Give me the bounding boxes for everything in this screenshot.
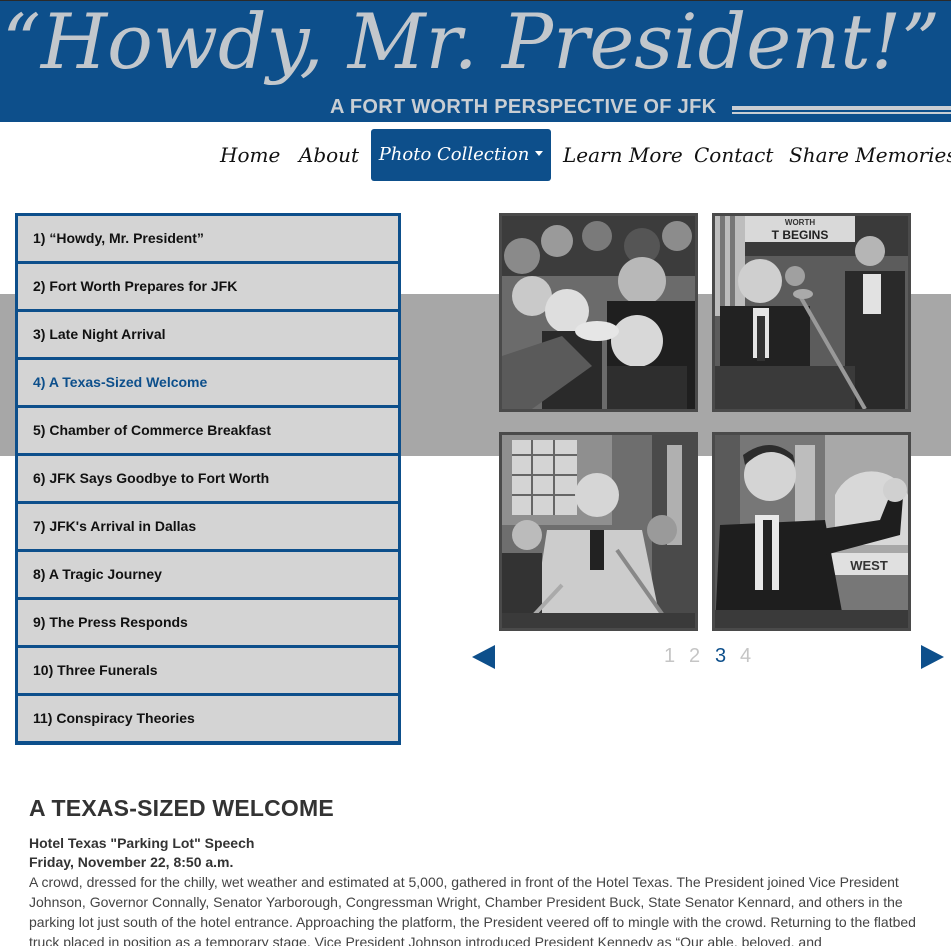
site-title: “Howdy, Mr. President!” [2, 0, 941, 86]
chapter-list: 1) “Howdy, Mr. President” 2) Fort Worth … [15, 213, 401, 745]
photo-podium-speech[interactable]: WORTH T BEGINS [712, 213, 911, 412]
site-header: “Howdy, Mr. President!” A FORT WORTH PER… [0, 0, 951, 122]
pager-page-4[interactable]: 4 [740, 645, 751, 668]
chapter-item-1[interactable]: 1) “Howdy, Mr. President” [18, 216, 398, 261]
main-nav: Home About Photo Collection Learn More C… [0, 129, 951, 181]
chapter-item-7[interactable]: 7) JFK's Arrival in Dallas [18, 504, 398, 549]
site-subtitle: A FORT WORTH PERSPECTIVE OF JFK [330, 96, 717, 118]
chapter-item-2[interactable]: 2) Fort Worth Prepares for JFK [18, 264, 398, 309]
article-subtitle-event: Hotel Texas "Parking Lot" Speech [29, 835, 255, 851]
photo-jfk-waving-image: WEST [715, 435, 908, 628]
photo-lbj-speech-image [502, 435, 695, 628]
chapter-item-11[interactable]: 11) Conspiracy Theories [18, 696, 398, 741]
article-body: A crowd, dressed for the chilly, wet wea… [29, 874, 916, 946]
photo-crowd-handshake[interactable] [499, 213, 698, 412]
photo-sign-west: WEST [850, 558, 888, 573]
prev-arrow-icon[interactable] [472, 645, 495, 669]
chevron-down-icon [535, 150, 544, 156]
chapter-item-9[interactable]: 9) The Press Responds [18, 600, 398, 645]
chapter-item-5[interactable]: 5) Chamber of Commerce Breakfast [18, 408, 398, 453]
next-arrow-icon[interactable] [921, 645, 944, 669]
nav-photo-collection[interactable]: Photo Collection [371, 129, 551, 181]
photo-jfk-waving[interactable]: WEST [712, 432, 911, 631]
article: A TEXAS-SIZED WELCOME Hotel Texas "Parki… [29, 795, 925, 946]
photo-podium-speech-image: WORTH T BEGINS [715, 216, 908, 409]
photo-crowd-handshake-image [502, 216, 695, 409]
nav-about[interactable]: About [298, 129, 360, 181]
chapter-item-8[interactable]: 8) A Tragic Journey [18, 552, 398, 597]
article-title: A TEXAS-SIZED WELCOME [29, 795, 334, 821]
photo-lbj-speech[interactable] [499, 432, 698, 631]
photo-sign-top: WORTH [785, 218, 815, 227]
nav-home[interactable]: Home [220, 129, 280, 181]
nav-learn-more[interactable]: Learn More [563, 129, 683, 181]
chapter-item-3[interactable]: 3) Late Night Arrival [18, 312, 398, 357]
pager-page-3[interactable]: 3 [715, 645, 726, 668]
nav-share-memories[interactable]: Share Memories [789, 129, 951, 181]
header-rule [732, 106, 951, 110]
nav-contact[interactable]: Contact [694, 129, 773, 181]
article-subtitle-date: Friday, November 22, 8:50 a.m. [29, 854, 234, 870]
photo-sign-text: T BEGINS [772, 228, 829, 242]
nav-photo-collection-label: Photo Collection [378, 144, 530, 165]
chapter-item-6[interactable]: 6) JFK Says Goodbye to Fort Worth [18, 456, 398, 501]
header-rule-thin [732, 112, 951, 114]
pager-page-2[interactable]: 2 [689, 645, 700, 668]
pager-page-1[interactable]: 1 [664, 645, 675, 668]
chapter-item-4[interactable]: 4) A Texas-Sized Welcome [18, 360, 398, 405]
chapter-item-10[interactable]: 10) Three Funerals [18, 648, 398, 693]
